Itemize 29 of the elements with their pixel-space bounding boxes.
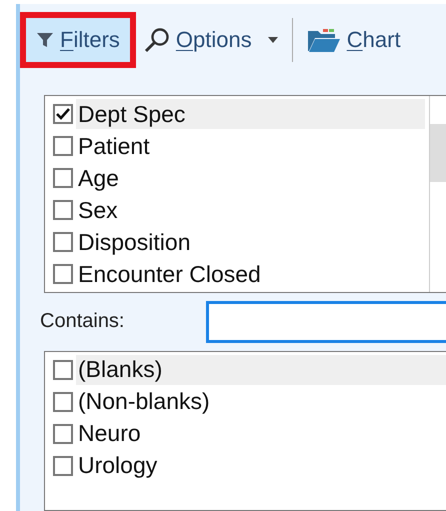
search-button[interactable]: Options [140, 20, 282, 60]
scrollbar[interactable] [429, 96, 446, 292]
list-item[interactable]: Sex [76, 195, 425, 226]
contains-field[interactable] [206, 300, 446, 343]
checkbox[interactable] [53, 200, 73, 220]
filter-icon [36, 30, 54, 49]
list-item[interactable]: Patient [76, 131, 425, 162]
checkbox[interactable] [53, 264, 73, 284]
list-item[interactable]: (Blanks) [76, 354, 446, 385]
search-icon [144, 26, 170, 53]
checkbox[interactable] [53, 456, 73, 476]
checkbox[interactable] [53, 360, 73, 380]
checkbox[interactable] [53, 392, 73, 412]
list-item[interactable]: Dept Spec [76, 99, 425, 130]
checkbox[interactable] [53, 424, 73, 444]
list-item[interactable]: Urology [76, 450, 446, 481]
checkbox[interactable] [53, 104, 73, 124]
checkbox[interactable] [53, 232, 73, 252]
list-item[interactable]: (Non-blanks) [76, 386, 446, 417]
checkbox[interactable] [53, 136, 73, 156]
folder-button[interactable]: Chart [302, 20, 405, 60]
list-item[interactable]: Disposition [76, 227, 425, 258]
checkbox[interactable] [53, 168, 73, 188]
list-item[interactable]: Neuro [76, 418, 446, 449]
list-item[interactable]: Encounter Closed [76, 259, 425, 290]
filter-button[interactable]: Filters [26, 18, 130, 62]
folder-icon [306, 26, 341, 53]
list-item[interactable]: Age [76, 163, 425, 194]
contains-label: Contains: [40, 310, 126, 334]
